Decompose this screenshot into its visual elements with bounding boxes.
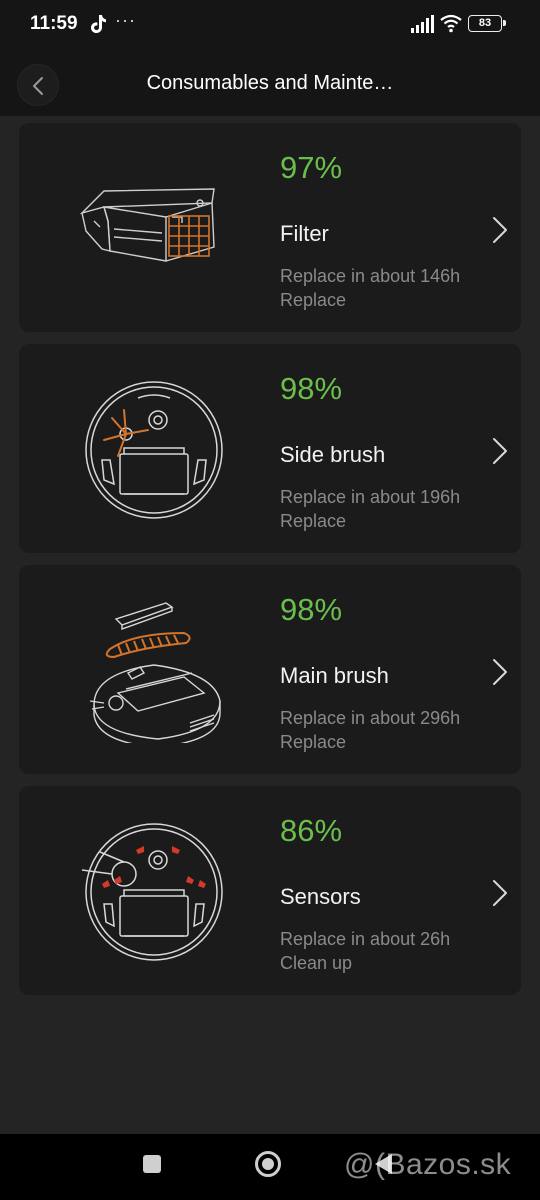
main-brush-action: Replace <box>280 732 347 752</box>
chevron-right-icon <box>493 880 507 906</box>
filter-action: Replace <box>280 290 347 310</box>
sensors-name: Sensors <box>280 884 361 909</box>
wifi-icon <box>440 14 462 33</box>
page-title: Consumables and Mainte… <box>146 72 394 94</box>
side-brush-illustration-icon <box>85 381 223 519</box>
watermark-text: @(Bazos.sk <box>344 1148 512 1181</box>
side-brush-action: Replace <box>280 511 347 531</box>
filter-name: Filter <box>280 221 329 246</box>
consumable-card-sensors[interactable]: 86% Sensors Replace in about 26h Clean u… <box>19 786 521 995</box>
sensors-illustration-icon <box>81 823 223 961</box>
status-bar: 11:59 ··· 83 <box>0 0 540 50</box>
system-nav-bar: @(Bazos.sk <box>0 1134 540 1200</box>
chevron-right-icon <box>493 217 507 243</box>
side-brush-remaining-hint: Replace in about 196h <box>280 487 461 507</box>
main-brush-illustration-icon <box>89 602 221 743</box>
back-button[interactable] <box>17 64 59 106</box>
battery-indicator: 83 <box>468 15 506 32</box>
signal-icon <box>411 15 434 33</box>
recent-apps-button[interactable] <box>143 1155 161 1173</box>
page-header: Consumables and Mainte… <box>0 50 540 116</box>
filter-remaining-hint: Replace in about 146h <box>280 266 461 286</box>
sensors-action: Clean up <box>280 953 353 973</box>
home-button[interactable] <box>255 1151 281 1177</box>
main-brush-percent: 98% <box>280 592 343 627</box>
main-brush-remaining-hint: Replace in about 296h <box>280 708 461 728</box>
chevron-right-icon <box>493 659 507 685</box>
notification-dots-icon: ··· <box>115 10 136 30</box>
tiktok-icon <box>91 15 106 33</box>
consumable-card-main-brush[interactable]: 98% Main brush Replace in about 296h Rep… <box>19 565 521 774</box>
filter-percent: 97% <box>280 150 343 185</box>
side-brush-name: Side brush <box>280 442 386 467</box>
chevron-right-icon <box>493 438 507 464</box>
filter-illustration-icon <box>79 188 215 262</box>
side-brush-percent: 98% <box>280 371 343 406</box>
sensors-percent: 86% <box>280 813 343 848</box>
status-time: 11:59 <box>30 13 78 34</box>
consumable-card-side-brush[interactable]: 98% Side brush Replace in about 196h Rep… <box>19 344 521 553</box>
consumable-card-filter[interactable]: 97% Filter Replace in about 146h Replace <box>19 123 521 332</box>
chevron-left-icon <box>33 77 43 95</box>
main-brush-name: Main brush <box>280 663 389 688</box>
sensors-remaining-hint: Replace in about 26h <box>280 929 451 949</box>
